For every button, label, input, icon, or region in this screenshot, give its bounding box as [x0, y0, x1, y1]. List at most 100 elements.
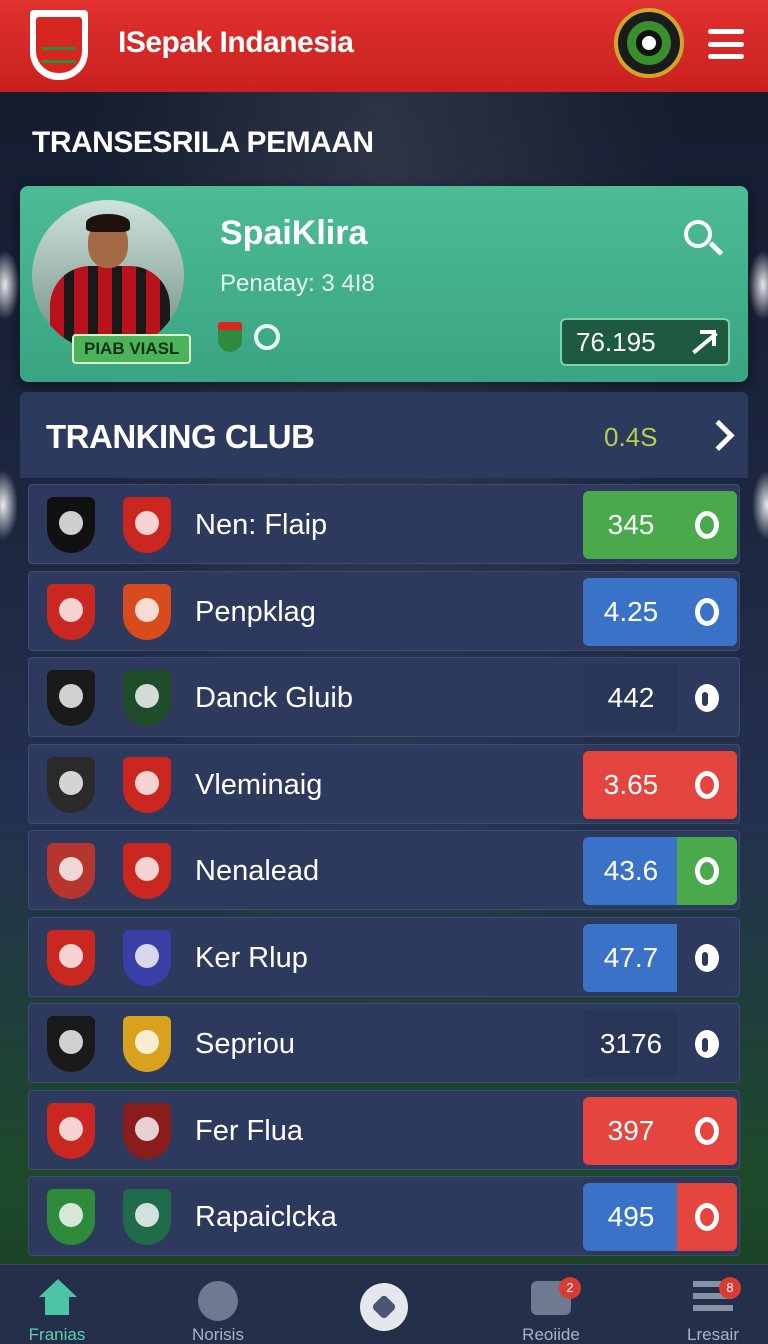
soccer-ball-icon [360, 1283, 408, 1331]
club-row[interactable]: Penpklag 4.25 [28, 570, 740, 651]
status-indicator-icon [677, 577, 737, 646]
hamburger-menu-icon[interactable] [708, 26, 744, 62]
nav-item-list[interactable]: 8 Lresair [643, 1265, 768, 1344]
club-row[interactable]: Ker Rlup 47.7 [28, 916, 740, 997]
club-score: 442 [607, 682, 655, 713]
club-row[interactable]: Nenalead 43.6 [28, 830, 740, 910]
search-icon[interactable] [682, 218, 728, 264]
nav-label: Reoiide [522, 1325, 580, 1344]
notification-badge: 8 [719, 1277, 741, 1299]
club-score: 3176 [599, 1028, 663, 1059]
status-indicator-icon [677, 1096, 737, 1165]
club-score-box[interactable]: 345 [583, 491, 737, 559]
club-crest-icon [123, 843, 171, 899]
club-crest-icon [47, 843, 95, 899]
club-crest-icon [47, 1102, 95, 1159]
club-crest-icon[interactable] [30, 10, 88, 80]
player-subtitle: Penatay: 3 4I8 [220, 270, 375, 297]
club-crest-icon [47, 929, 95, 986]
chevron-right-icon[interactable] [703, 419, 735, 452]
bottom-navigation: Franias Norisis 2 Reoiide 8 Lresair [0, 1264, 768, 1344]
club-score-box[interactable]: 47.7 [583, 923, 737, 992]
club-score: 3.65 [603, 768, 659, 800]
club-row[interactable]: Sepriou 3176 [28, 1003, 740, 1083]
club-crest-icon [123, 497, 171, 553]
club-name: Penpklag [195, 595, 316, 628]
club-score-box[interactable]: 397 [583, 1096, 737, 1165]
club-row[interactable]: Danck Gluib 442 [28, 657, 740, 737]
club-score: 495 [607, 1201, 655, 1232]
club-row[interactable]: Vleminaig 3.65 [28, 743, 740, 824]
nav-item-match[interactable] [314, 1265, 454, 1344]
club-row[interactable]: Fer Flua 397 [28, 1089, 740, 1170]
club-row[interactable]: Rapaiclcka 495 [28, 1176, 740, 1256]
status-indicator-icon [677, 750, 737, 819]
status-indicator-icon [677, 491, 737, 559]
nav-label: Lresair [687, 1325, 739, 1344]
ranking-meta: 0.4S [604, 422, 658, 452]
club-score: 4.25 [603, 595, 659, 627]
club-name: Ker Rlup [195, 941, 308, 974]
club-crest-icon [123, 583, 171, 640]
club-name: Nenalead [195, 855, 320, 887]
club-score: 47.7 [603, 941, 659, 973]
player-value-pill[interactable]: 76.195 [560, 318, 730, 366]
stadium-light [748, 250, 768, 320]
globe-icon [198, 1281, 238, 1321]
ranking-title: TRANKING CLUB [46, 418, 315, 455]
player-name: SpaiKlira [220, 214, 368, 252]
club-crest-icon [47, 756, 95, 813]
club-crest-icon [123, 670, 171, 726]
player-value: 76.195 [576, 326, 656, 357]
club-crest-icon [123, 929, 171, 986]
nav-label: Norisis [192, 1325, 244, 1344]
club-crest-icon [47, 583, 95, 640]
stadium-light [0, 470, 18, 540]
status-indicator-icon [677, 923, 737, 992]
club-crest-icon [123, 1102, 171, 1159]
club-score: 397 [607, 1114, 655, 1146]
location-icon [254, 324, 280, 350]
club-badge-icon [218, 322, 242, 352]
stadium-light [752, 470, 768, 540]
nav-item-chat[interactable]: 2 Reoiide [481, 1265, 621, 1344]
club-score-box[interactable]: 4.25 [583, 577, 737, 646]
club-score-box[interactable]: 495 [583, 1183, 737, 1251]
status-indicator-icon [677, 1183, 737, 1251]
notification-badge: 2 [559, 1277, 581, 1299]
status-indicator-icon [677, 1010, 737, 1078]
club-crest-icon [47, 670, 95, 726]
club-name: Fer Flua [195, 1114, 303, 1147]
trend-up-icon [690, 330, 716, 354]
club-ranking-list: Nen: Flaip 345 Penpklag 4.25 Danck Gluib 442 V… [28, 484, 740, 1263]
club-crest-icon [47, 1189, 95, 1245]
club-crest-icon [47, 497, 95, 553]
ranking-header[interactable]: TRANKING CLUB 0.4S [20, 392, 748, 478]
club-name: Sepriou [195, 1028, 295, 1060]
nav-label: Franias [28, 1325, 86, 1344]
club-name: Rapaiclcka [195, 1201, 337, 1233]
club-row[interactable]: Nen: Flaip 345 [28, 484, 740, 564]
stadium-light [0, 250, 20, 320]
app-header: ISepak Indanesia [0, 0, 768, 92]
club-score-box[interactable]: 3.65 [583, 750, 737, 819]
club-name: Vleminaig [195, 768, 323, 801]
club-score-box[interactable]: 43.6 [583, 837, 737, 905]
club-score-box[interactable]: 442 [583, 664, 737, 732]
nav-item-home[interactable]: Franias [0, 1265, 127, 1344]
club-score: 43.6 [603, 855, 659, 886]
status-indicator-icon [677, 837, 737, 905]
league-badge-icon[interactable] [614, 8, 684, 78]
club-score-box[interactable]: 3176 [583, 1010, 737, 1078]
nav-item-news[interactable]: Norisis [148, 1265, 288, 1344]
app-title: ISepak Indanesia [118, 26, 354, 59]
status-indicator-icon [677, 664, 737, 732]
club-crest-icon [123, 1189, 171, 1245]
club-name: Danck Gluib [195, 682, 353, 714]
club-name: Nen: Flaip [195, 509, 328, 541]
player-tag: PIAB VIASL [72, 334, 192, 364]
club-crest-icon [123, 756, 171, 813]
club-score: 345 [607, 509, 655, 540]
player-avatar [32, 200, 184, 352]
home-icon [37, 1279, 77, 1315]
